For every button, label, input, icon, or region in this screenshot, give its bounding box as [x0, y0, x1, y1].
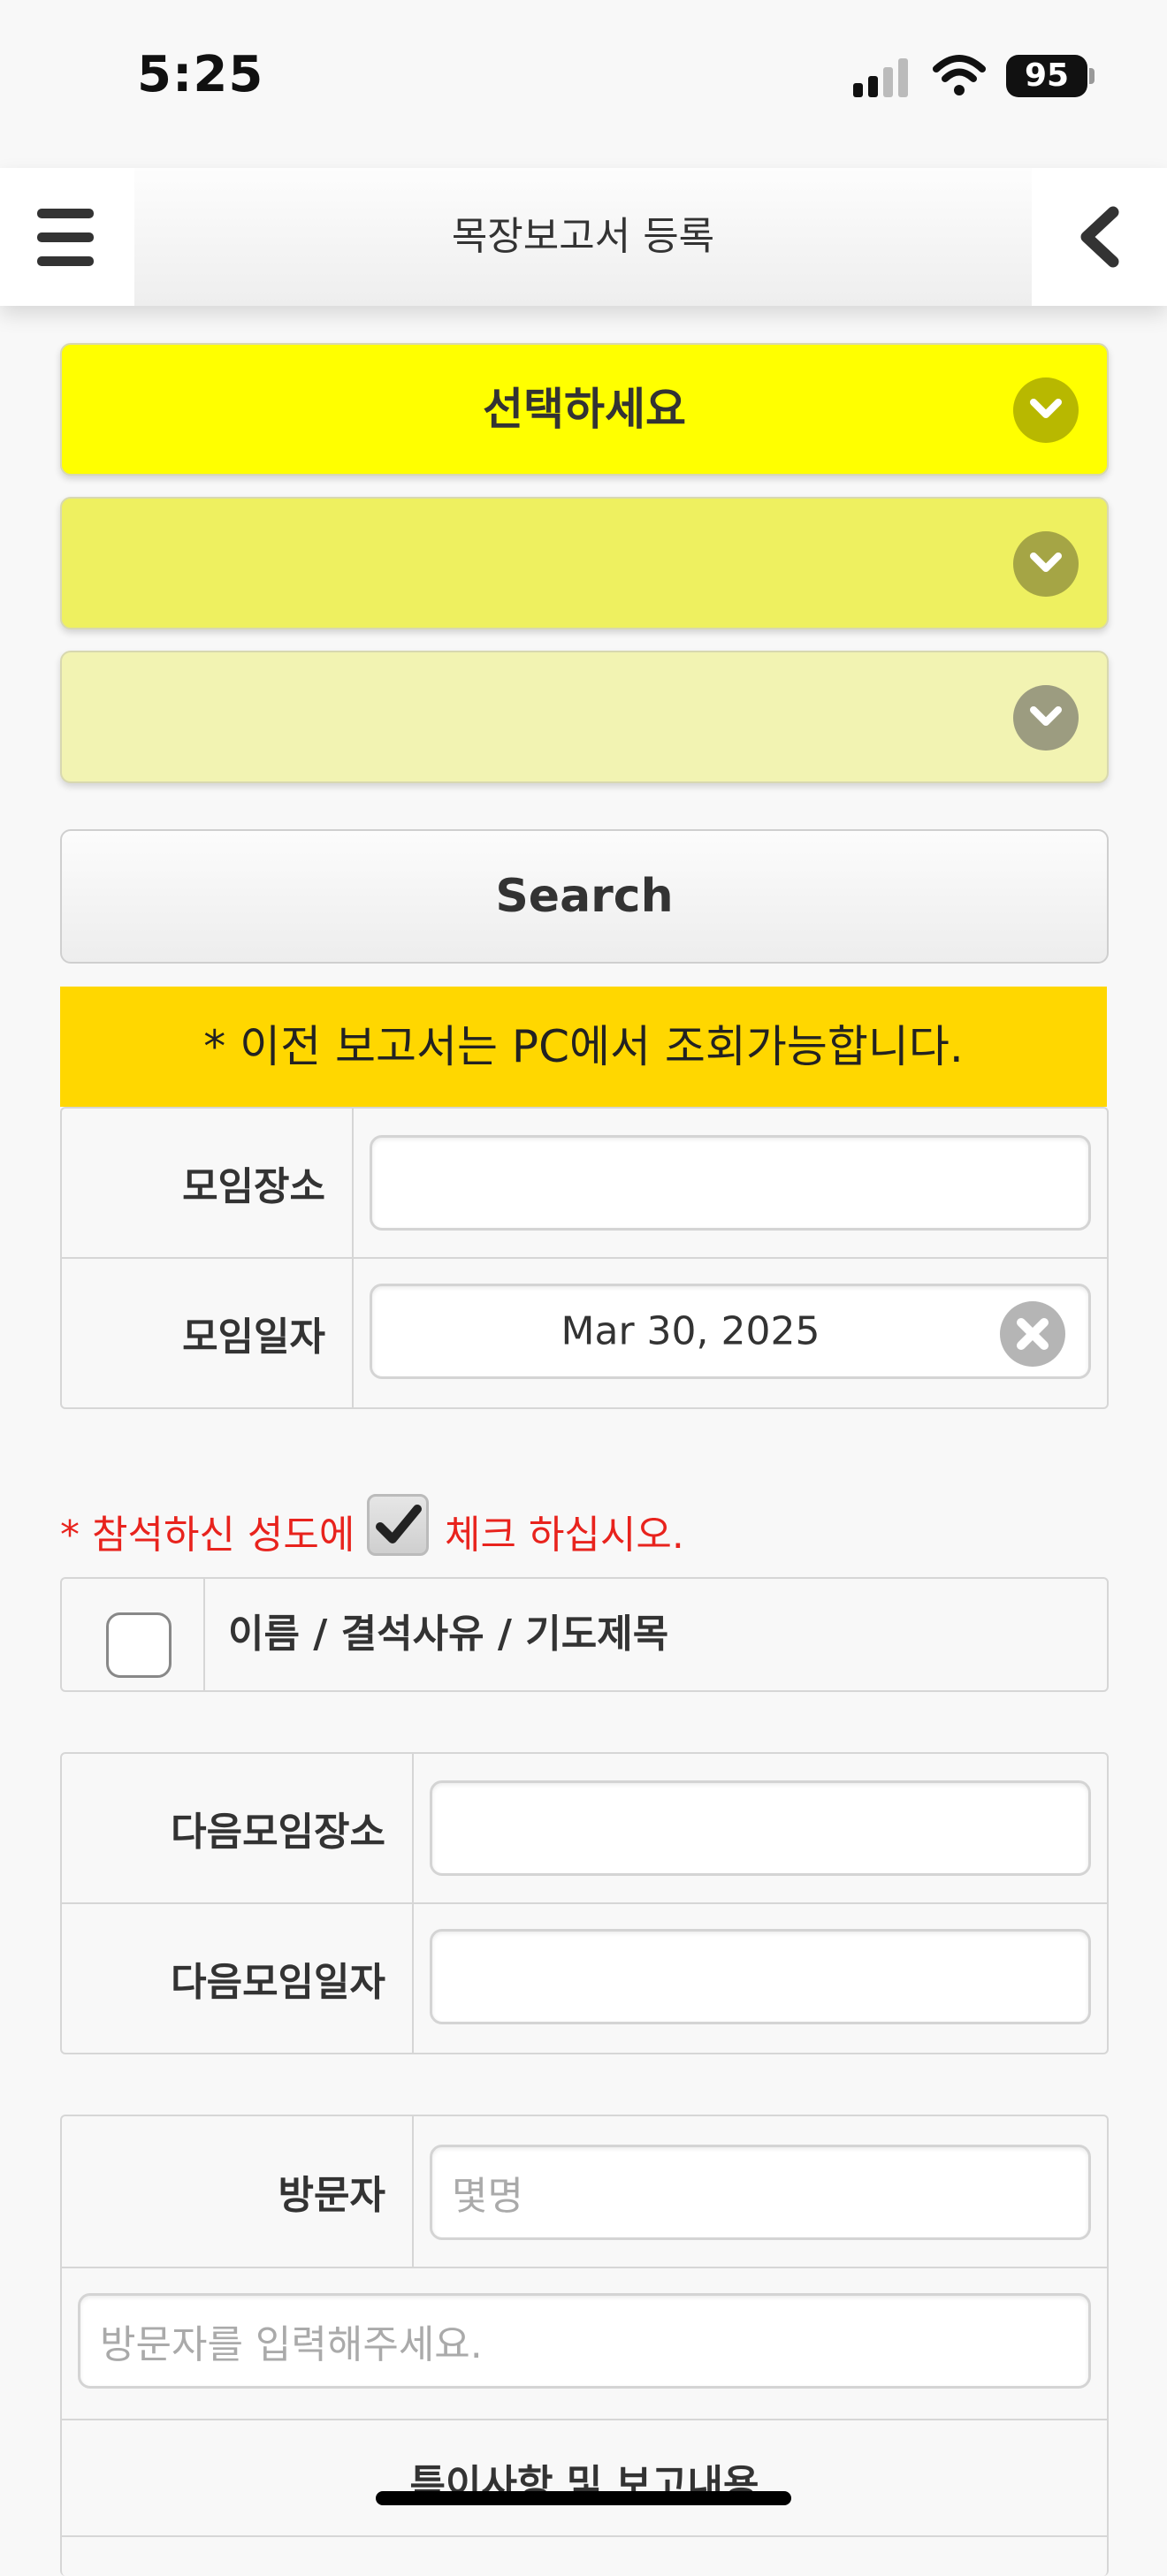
meeting-date-row: 모임일자 Mar 30, 2025 [62, 1259, 1107, 1407]
next-place-input[interactable] [430, 1780, 1091, 1876]
chevron-down-icon [1013, 685, 1079, 751]
meeting-date-input[interactable]: Mar 30, 2025 [370, 1284, 1091, 1379]
next-meeting-table: 다음모임장소 다음모임일자 [60, 1752, 1109, 2054]
meeting-date-label: 모임일자 [62, 1259, 354, 1407]
chevron-down-icon [1013, 377, 1079, 443]
search-button[interactable]: Search [60, 829, 1109, 964]
clear-icon[interactable] [1000, 1301, 1065, 1367]
status-time: 5:25 [137, 46, 264, 103]
next-date-row: 다음모임일자 [62, 1904, 1107, 2053]
meeting-place-input[interactable] [370, 1135, 1091, 1231]
chevron-left-icon [1080, 206, 1119, 268]
visitor-names-row: 방문자를 입력해주세요. [62, 2268, 1107, 2420]
select-all-checkbox[interactable] [106, 1612, 172, 1678]
status-bar: 5:25 95 [0, 0, 1167, 159]
next-place-row: 다음모임장소 [62, 1754, 1107, 1904]
visitor-count-row: 방문자 몇명 [62, 2116, 1107, 2268]
select-all-cell [62, 1579, 205, 1690]
cellular-signal-icon [853, 58, 910, 97]
attendance-note-suffix: 체크 하십시오. [445, 1513, 684, 1558]
back-button[interactable] [1032, 168, 1167, 306]
home-indicator [376, 2491, 791, 2505]
attendance-note-prefix: * 참석하신 성도에 [60, 1513, 355, 1558]
visitor-count-input[interactable]: 몇명 [430, 2145, 1091, 2240]
app-header: 목장보고서 등록 [0, 168, 1167, 306]
menu-button[interactable] [0, 168, 136, 306]
checked-checkbox-icon [367, 1494, 429, 1556]
meeting-table: 모임장소 모임일자 Mar 30, 2025 [60, 1107, 1109, 1409]
visitor-label: 방문자 [62, 2116, 414, 2267]
attendance-header: 이름 / 결석사유 / 기도제목 [228, 1612, 669, 1657]
report-title-row: 특이사항 및 보고내용 [62, 2420, 1107, 2537]
wifi-icon [933, 53, 986, 97]
page-title: 목장보고서 등록 [134, 168, 1032, 306]
next-place-label: 다음모임장소 [62, 1754, 414, 1902]
meeting-place-label: 모임장소 [62, 1109, 354, 1257]
attendance-table: 이름 / 결석사유 / 기도제목 [60, 1577, 1109, 1692]
chevron-down-icon [1013, 531, 1079, 597]
battery-tip [1089, 68, 1095, 84]
next-date-input[interactable] [430, 1929, 1091, 2024]
select-label: 선택하세요 [483, 384, 686, 435]
visitors-table: 방문자 몇명 방문자를 입력해주세요. 특이사항 및 보고내용 [60, 2115, 1109, 2576]
meeting-place-row: 모임장소 [62, 1109, 1107, 1259]
select-category-2[interactable] [60, 497, 1109, 629]
select-category-1[interactable]: 선택하세요 [60, 343, 1109, 476]
next-date-label: 다음모임일자 [62, 1904, 414, 2053]
battery-icon: 95 [1006, 55, 1087, 97]
notice-banner: * 이전 보고서는 PC에서 조회가능합니다. [60, 987, 1107, 1107]
visitor-names-input[interactable]: 방문자를 입력해주세요. [78, 2293, 1091, 2389]
select-category-3[interactable] [60, 651, 1109, 783]
